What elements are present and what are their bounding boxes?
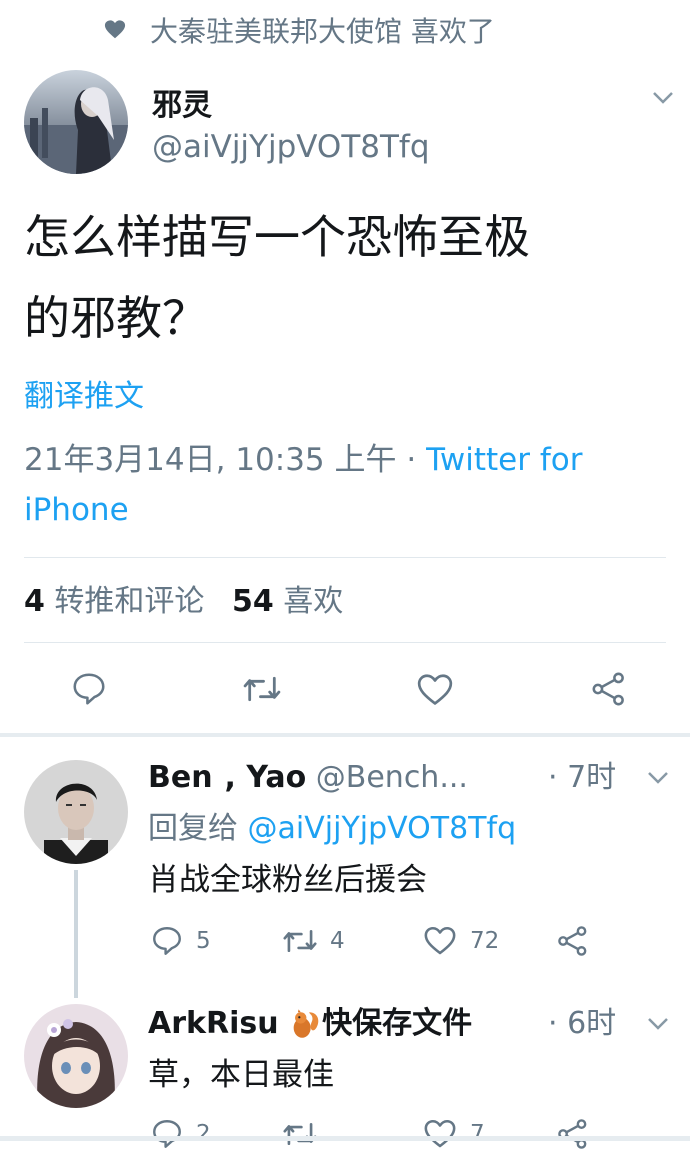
reply-icon (153, 927, 181, 955)
like-action[interactable]: 72 (422, 924, 499, 958)
author-display-name[interactable]: 邪灵 (152, 80, 212, 124)
retweet-icon (283, 929, 317, 953)
retweet-count-label[interactable]: 转推和评论 (54, 584, 204, 619)
reply-avatar[interactable] (24, 760, 128, 864)
thread-line (74, 870, 78, 998)
reply-time[interactable]: · 7时 (548, 756, 616, 800)
tweet-source-continued[interactable]: iPhone (24, 488, 129, 532)
retweet-icon[interactable] (242, 670, 282, 708)
share-icon[interactable] (590, 670, 628, 708)
reply-display-name[interactable]: ArkRisu (148, 1006, 279, 1041)
reply-icon (153, 1120, 181, 1148)
tweet-text-line1: 怎么样描写一个恐怖至极 (24, 210, 530, 264)
reply-header: Ben , Yao @Bench... (148, 756, 468, 800)
reply-header: ArkRisu 快保存文件 (148, 1002, 472, 1046)
engagement-counts: 4 转推和评论 54 喜欢 (24, 580, 343, 624)
reply-display-name[interactable]: Ben , Yao (148, 760, 306, 795)
like-count: 72 (470, 928, 500, 954)
like-icon (424, 1119, 456, 1148)
retweet-count[interactable]: 4 (24, 584, 45, 619)
like-icon (424, 926, 456, 955)
heart-icon (104, 19, 126, 41)
like-action[interactable]: 7 (422, 1117, 485, 1151)
social-context-text: 大秦驻美联邦大使馆 喜欢了 (150, 15, 495, 48)
tweet-timestamp: 21年3月14日, 10:35 上午 · (24, 442, 427, 478)
retweet-action[interactable]: 4 (282, 924, 345, 958)
reply-text: 肖战全球粉丝后援会 (148, 862, 427, 898)
chevron-down-icon[interactable] (651, 88, 675, 108)
reply-display-name-suffix[interactable]: 快保存文件 (322, 1006, 472, 1041)
reply-action[interactable]: 5 (150, 924, 211, 958)
divider (24, 557, 666, 558)
retweet-count: 4 (330, 928, 345, 954)
section-divider (0, 733, 690, 737)
like-count-label[interactable]: 喜欢 (283, 584, 343, 619)
reply-icon[interactable] (70, 670, 108, 708)
squirrel-emoji-icon (288, 1008, 322, 1042)
replying-to-handle[interactable]: @aiVjjYjpVOT8Tfq (248, 811, 517, 846)
translate-link[interactable]: 翻译推文 (24, 376, 144, 418)
author-handle[interactable]: @aiVjjYjpVOT8Tfq (152, 129, 430, 165)
tweet-source[interactable]: Twitter for (426, 442, 582, 478)
divider (24, 642, 666, 643)
retweet-action[interactable] (282, 1117, 330, 1151)
chevron-down-icon[interactable] (646, 1014, 670, 1034)
social-context: 大秦驻美联邦大使馆 喜欢了 (104, 10, 495, 50)
reply-action[interactable]: 2 (150, 1117, 211, 1151)
reply-time[interactable]: · 6时 (548, 1002, 616, 1046)
tweet-meta: 21年3月14日, 10:35 上午 · Twitter for (24, 438, 582, 482)
tweet-text-line2: 的邪教？ (24, 291, 208, 345)
replying-to: 回复给 @aiVjjYjpVOT8Tfq (148, 807, 516, 851)
share-action[interactable] (556, 1117, 590, 1151)
reply-text: 草，本日最佳 (148, 1057, 334, 1093)
retweet-icon (283, 1122, 317, 1146)
reply-avatar[interactable] (24, 1004, 128, 1108)
like-count: 7 (470, 1121, 485, 1147)
share-icon (558, 926, 587, 956)
reply-count: 2 (196, 1121, 211, 1147)
replying-to-prefix: 回复给 (148, 811, 248, 846)
bottom-edge (0, 1136, 690, 1141)
reply-handle[interactable]: @Bench... (316, 760, 468, 795)
reply-count: 5 (196, 928, 211, 954)
author-avatar[interactable] (24, 70, 128, 174)
like-icon[interactable] (415, 671, 455, 709)
chevron-down-icon[interactable] (646, 768, 670, 788)
share-icon (558, 1119, 587, 1149)
share-action[interactable] (556, 924, 590, 958)
like-count[interactable]: 54 (232, 584, 274, 619)
